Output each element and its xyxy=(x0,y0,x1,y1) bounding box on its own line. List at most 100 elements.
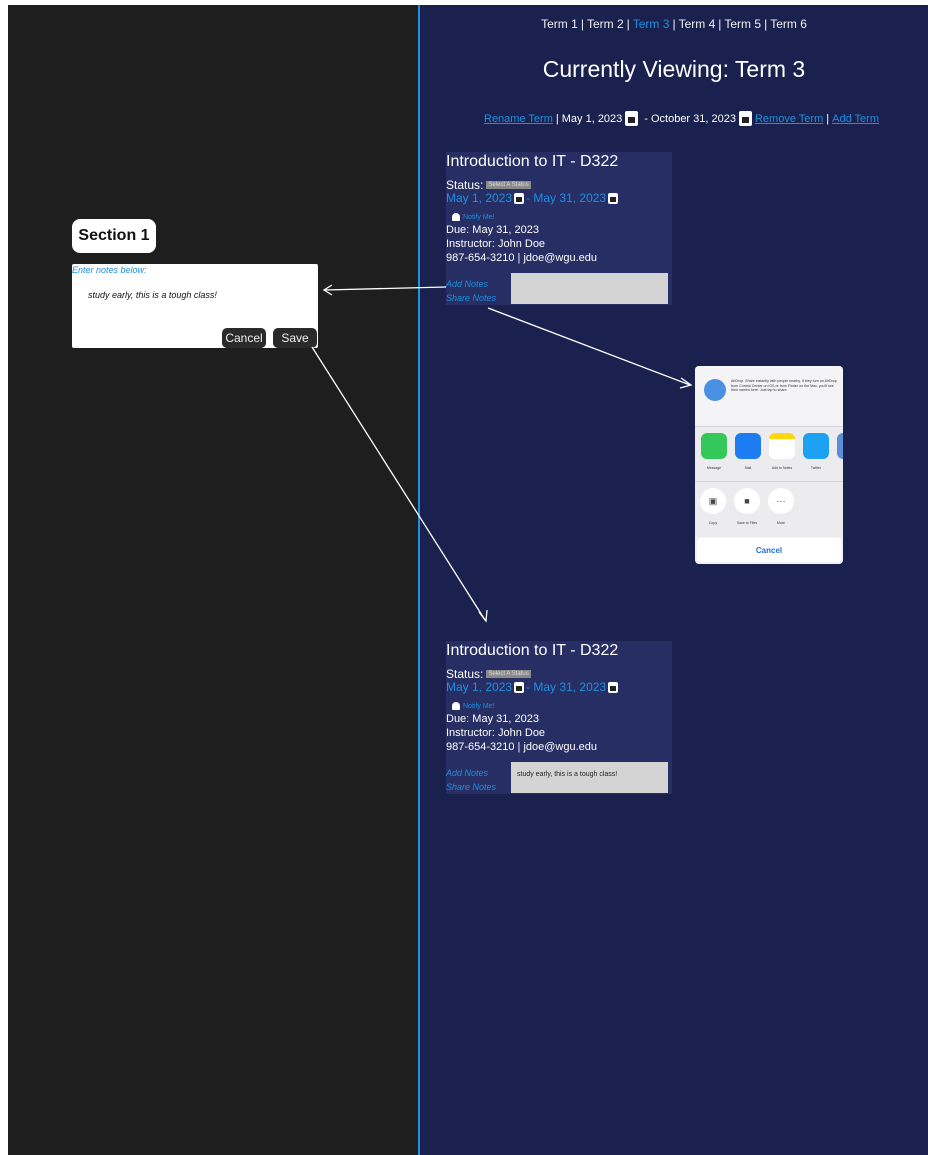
status-select[interactable]: Select A Status xyxy=(486,670,531,678)
share-app-more[interactable] xyxy=(835,433,843,459)
airdrop-icon xyxy=(704,379,726,401)
left-panel xyxy=(8,5,418,1155)
calendar-icon[interactable] xyxy=(608,681,619,693)
share-app-label: Message xyxy=(706,466,722,470)
saved-notes-box: study early, this is a tough class! xyxy=(511,762,668,793)
share-notes-link[interactable]: Share Notes xyxy=(446,293,496,303)
rename-term-link[interactable]: Rename Term xyxy=(484,113,553,125)
calendar-icon[interactable] xyxy=(514,681,525,693)
due-date: Due: May 31, 2023 xyxy=(446,713,539,725)
share-app-label: Mail xyxy=(744,466,752,470)
share-app-label: Add to Notes xyxy=(771,466,793,470)
course-start-date[interactable]: May 1, 2023 xyxy=(446,680,512,694)
course-dates: May 1, 2023 - May 31, 2023 xyxy=(446,680,620,694)
share-sheet: AirDrop. Share instantly with people nea… xyxy=(695,366,843,564)
course-title: Introduction to IT - D322 xyxy=(446,642,619,659)
notes-hint: Enter notes below: xyxy=(72,265,147,275)
course-card: Introduction to IT - D322 Status: Select… xyxy=(446,152,672,305)
airdrop-row: AirDrop. Share instantly with people nea… xyxy=(695,366,843,426)
separator: | xyxy=(580,17,584,31)
tab-term-3[interactable]: Term 3 xyxy=(633,17,670,31)
separator: | xyxy=(672,17,676,31)
save-button[interactable]: Save xyxy=(273,328,317,348)
status-row: Status: Select A Status xyxy=(446,178,531,192)
page-title: Currently Viewing: Term 3 xyxy=(542,56,806,82)
calendar-icon[interactable] xyxy=(608,192,619,204)
airdrop-description: AirDrop. Share instantly with people nea… xyxy=(731,379,837,392)
date-separator: - xyxy=(526,680,531,694)
separator: | xyxy=(555,112,559,125)
instructor-contact: 987-654-3210 | jdoe@wgu.edu xyxy=(446,741,598,753)
tab-term-6[interactable]: Term 6 xyxy=(770,17,807,31)
share-app-mail[interactable]: Mail xyxy=(733,433,763,470)
notify-label: Notify Me! xyxy=(463,213,495,221)
notes-box xyxy=(511,273,668,304)
action-label: More xyxy=(777,521,785,525)
instructor-name: Instructor: John Doe xyxy=(446,238,546,250)
tab-term-5[interactable]: Term 5 xyxy=(724,17,761,31)
stage: Section 1 study early, this is a tough c… xyxy=(0,0,928,1155)
notify-toggle[interactable]: Notify Me! xyxy=(452,213,495,221)
course-end-date[interactable]: May 31, 2023 xyxy=(533,680,606,694)
share-app-notes[interactable]: Add to Notes xyxy=(767,433,797,470)
calendar-icon[interactable] xyxy=(625,111,639,126)
date-separator: - xyxy=(526,191,531,205)
course-card: Introduction to IT - D322 Status: Select… xyxy=(446,641,672,794)
action-label: Save to Files xyxy=(736,521,758,525)
separator: | xyxy=(626,17,630,31)
term-nav: Term 1 | Term 2 | Term 3 | Term 4 | Term 5 | Term … xyxy=(420,17,928,31)
notes-icon xyxy=(769,433,795,459)
term-end-date: October 31, 2023 xyxy=(650,112,736,125)
copy-action[interactable]: ▣ Copy xyxy=(699,488,727,525)
course-title: Introduction to IT - D322 xyxy=(446,153,619,170)
calendar-icon[interactable] xyxy=(514,192,525,204)
status-row: Status: Select A Status xyxy=(446,667,531,681)
remove-term-link[interactable]: Remove Term xyxy=(755,113,823,125)
notify-label: Notify Me! xyxy=(463,702,495,710)
save-to-files-action[interactable]: ■ Save to Files xyxy=(733,488,761,525)
share-app-twitter[interactable]: Twitter xyxy=(801,433,831,470)
copy-icon: ▣ xyxy=(700,488,726,514)
separator: | xyxy=(718,17,722,31)
add-notes-link[interactable]: Add Notes xyxy=(446,279,488,289)
instructor-contact: 987-654-3210 | jdoe@wgu.edu xyxy=(446,252,598,264)
share-apps-row: Message Mail Add to Notes Twitter xyxy=(695,426,843,481)
add-notes-link[interactable]: Add Notes xyxy=(446,768,488,778)
course-end-date[interactable]: May 31, 2023 xyxy=(533,191,606,205)
separator: | xyxy=(826,112,830,125)
separator: - xyxy=(644,112,648,125)
bell-icon xyxy=(452,213,460,221)
notes-editor: study early, this is a tough class! Canc… xyxy=(72,264,318,348)
app-icon xyxy=(837,433,843,459)
calendar-icon[interactable] xyxy=(738,111,752,126)
share-notes-link[interactable]: Share Notes xyxy=(446,782,496,792)
status-label: Status: xyxy=(446,178,484,192)
add-term-link[interactable]: Add Term xyxy=(832,113,879,125)
more-icon: ⋯ xyxy=(768,488,794,514)
share-cancel-button[interactable]: Cancel xyxy=(697,538,841,562)
tab-term-4[interactable]: Term 4 xyxy=(679,17,716,31)
share-app-message[interactable]: Message xyxy=(699,433,729,470)
tab-term-2[interactable]: Term 2 xyxy=(587,17,624,31)
notes-input[interactable]: study early, this is a tough class! xyxy=(88,290,217,300)
course-dates: May 1, 2023 - May 31, 2023 xyxy=(446,191,620,205)
cancel-button[interactable]: Cancel xyxy=(222,328,266,348)
twitter-icon xyxy=(803,433,829,459)
separator: | xyxy=(764,17,768,31)
share-app-label: Twitter xyxy=(810,466,822,470)
notify-toggle[interactable]: Notify Me! xyxy=(452,702,495,710)
status-label: Status: xyxy=(446,667,484,681)
share-actions-row: ▣ Copy ■ Save to Files ⋯ More xyxy=(695,481,843,537)
instructor-name: Instructor: John Doe xyxy=(446,727,546,739)
term-start-date: May 1, 2023 xyxy=(561,112,623,125)
term-actions: Rename Term | May 1, 2023 - October 31, … xyxy=(484,111,879,126)
more-action[interactable]: ⋯ More xyxy=(767,488,795,525)
bell-icon xyxy=(452,702,460,710)
status-select[interactable]: Select A Status xyxy=(486,181,531,189)
section-label: Section 1 xyxy=(72,219,156,253)
tab-term-1[interactable]: Term 1 xyxy=(541,17,578,31)
folder-icon: ■ xyxy=(734,488,760,514)
course-start-date[interactable]: May 1, 2023 xyxy=(446,191,512,205)
mail-icon xyxy=(735,433,761,459)
due-date: Due: May 31, 2023 xyxy=(446,224,539,236)
